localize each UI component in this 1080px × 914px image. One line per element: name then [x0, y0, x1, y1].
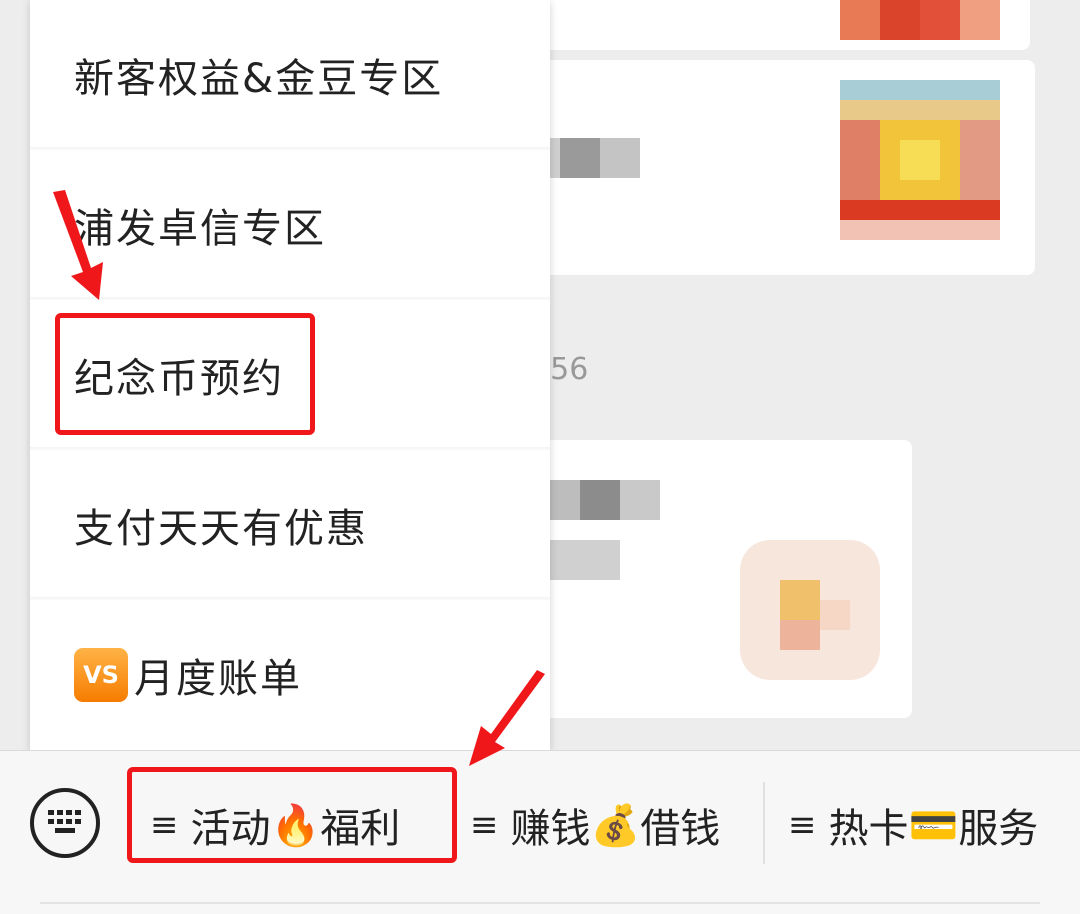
pixelated-thumbnail-top: [840, 0, 1000, 40]
keyboard-toggle-button[interactable]: [30, 788, 100, 858]
highlight-box-menu-item: [55, 313, 315, 435]
menu-item-label: 月度账单: [134, 656, 302, 702]
tab-label-b: 服务: [958, 806, 1039, 852]
annotation-arrow-menu: [53, 190, 103, 300]
divider: [40, 902, 1040, 904]
tab-label-a: 热卡: [828, 806, 909, 852]
highlight-box-tab: [127, 767, 457, 863]
tab-label-b: 借钱: [640, 806, 721, 852]
pixelated-thumbnail-1: [840, 80, 1000, 240]
menu-item-payment-discounts[interactable]: 支付天天有优惠: [30, 450, 550, 600]
vs-badge-icon: VS: [74, 648, 128, 702]
tab-hot-cards-services[interactable]: ≡ 热卡 💳 服务: [788, 790, 1038, 860]
divider: [763, 782, 765, 864]
credit-card-icon: 💳: [908, 802, 959, 849]
menu-lines-icon: ≡: [470, 805, 499, 845]
pixelated-text-1: [540, 138, 640, 178]
tab-earn-borrow[interactable]: ≡ 赚钱 💰 借钱: [470, 790, 720, 860]
tab-label-a: 赚钱: [510, 806, 591, 852]
keyboard-icon: [48, 810, 82, 836]
money-bag-icon: 💰: [590, 802, 641, 849]
menu-item-label: 新客权益&金豆专区: [74, 56, 444, 102]
menu-item-label: 支付天天有优惠: [74, 506, 368, 552]
menu-item-new-customer[interactable]: 新客权益&金豆专区: [30, 0, 550, 150]
menu-lines-icon: ≡: [788, 805, 817, 845]
pixelated-text-2: [540, 480, 660, 580]
pixelated-thumbnail-2: [740, 540, 880, 680]
annotation-arrow-tab: [469, 670, 545, 766]
